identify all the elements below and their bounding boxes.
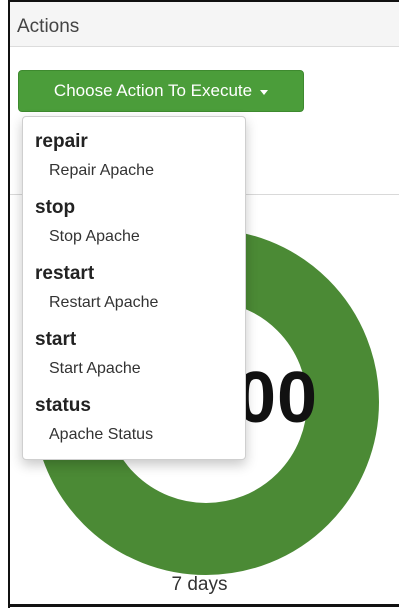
caret-down-icon: [260, 89, 269, 95]
menu-item-description: Restart Apache: [49, 294, 159, 311]
menu-item-restart[interactable]: restart Restart Apache: [23, 263, 245, 329]
menu-item-name: start: [35, 329, 77, 350]
menu-item-description: Stop Apache: [49, 228, 140, 245]
gauge-value: 00: [236, 358, 319, 438]
choose-action-button[interactable]: Choose Action To Execute: [18, 70, 304, 112]
menu-item-description: Apache Status: [49, 426, 154, 443]
gauge-period-label: 7 days: [171, 574, 228, 595]
menu-item-name: stop: [35, 197, 76, 218]
menu-item-stop[interactable]: stop Stop Apache: [23, 197, 245, 263]
menu-item-description: Start Apache: [49, 360, 141, 377]
choose-action-label: Choose Action To Execute: [53, 81, 253, 100]
menu-item-name: repair: [35, 131, 88, 152]
panel-title: Actions: [17, 16, 80, 37]
panel-header: Actions: [10, 2, 399, 47]
action-dropdown-menu: repair Repair Apache stop Stop Apache re…: [22, 116, 246, 460]
menu-item-name: status: [35, 395, 91, 416]
menu-item-name: restart: [35, 263, 95, 284]
menu-item-repair[interactable]: repair Repair Apache: [23, 131, 245, 197]
menu-item-description: Repair Apache: [49, 162, 154, 179]
menu-item-start[interactable]: start Start Apache: [23, 329, 245, 395]
menu-item-status[interactable]: status Apache Status: [23, 395, 245, 461]
